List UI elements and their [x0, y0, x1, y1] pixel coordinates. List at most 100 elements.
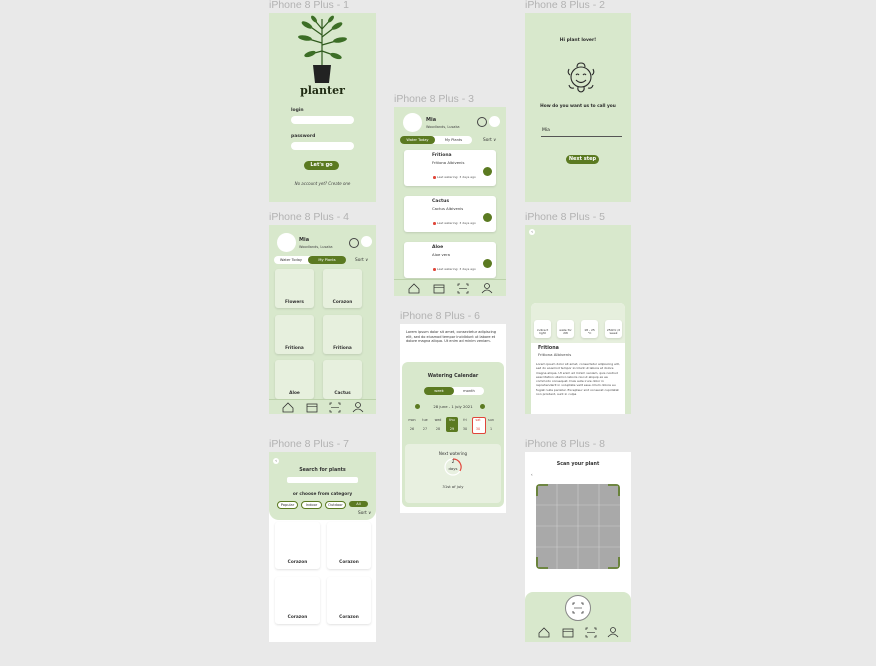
next-week-icon[interactable] — [480, 404, 485, 409]
login-screen: planter login password Let's go No accou… — [269, 13, 376, 202]
plant-card[interactable]: Fritiona — [275, 315, 314, 354]
result-card[interactable]: Corazon — [327, 522, 371, 569]
shutter-button[interactable] — [565, 595, 591, 621]
intro-text: Lorem ipsum dolor sit amet, consectetur … — [406, 330, 496, 343]
category-chip-indoor[interactable]: Indoor — [301, 501, 322, 509]
camera-viewfinder[interactable] — [536, 484, 620, 569]
date-cell[interactable]: 27 — [420, 427, 430, 431]
week-tab[interactable]: week — [424, 387, 454, 395]
scan-title: Scan your plant — [556, 462, 600, 467]
category-chip-all[interactable]: All — [349, 501, 368, 507]
day-label: mon — [408, 418, 416, 422]
day-label: tue — [422, 418, 428, 422]
sort-button[interactable]: Sort ∨ — [355, 258, 368, 263]
profile-icon[interactable] — [481, 282, 493, 294]
calendar-icon[interactable] — [306, 402, 318, 413]
profile-icon[interactable] — [352, 401, 364, 413]
tab-my-plants[interactable]: My Plants — [435, 136, 472, 144]
list-item[interactable]: Fritiona Fritiona Albivenis Last waterin… — [404, 150, 496, 186]
category-chip-popular[interactable]: Popular — [277, 501, 298, 509]
scan-icon[interactable] — [457, 283, 469, 294]
date-cell[interactable]: 30 — [473, 427, 483, 431]
plant-card-label: Fritiona — [333, 346, 352, 351]
scan-icon[interactable] — [585, 627, 597, 638]
plant-card-label: Aloe — [289, 391, 300, 396]
chip-text: 250ml /2 week — [606, 328, 621, 336]
water-drop-icon[interactable] — [483, 213, 492, 222]
sort-button[interactable]: Sort ∨ — [483, 138, 496, 143]
next-step-button[interactable]: Next step — [566, 155, 599, 164]
chat-icon[interactable] — [349, 238, 359, 248]
date-cell[interactable]: 29 — [447, 427, 457, 431]
name-input-value[interactable]: Mia — [542, 128, 550, 133]
alert-dot-icon — [433, 222, 436, 225]
date-range: 28 june - 1 july 2021 — [433, 404, 473, 409]
plant-card[interactable]: Flowers — [275, 269, 314, 308]
profile-icon[interactable] — [607, 626, 619, 638]
home-icon[interactable] — [282, 402, 294, 413]
tab-my-plants[interactable]: My Plants — [308, 256, 346, 264]
plant-latin: Fritiona Albivenis — [432, 160, 465, 165]
back-icon[interactable]: ‹ — [531, 472, 536, 477]
back-icon[interactable]: ‹ — [529, 229, 535, 235]
home-icon[interactable] — [538, 627, 550, 638]
tab-water-today[interactable]: Water Today — [274, 256, 308, 264]
day-label: thu — [449, 418, 455, 422]
date-cell[interactable]: 28 — [433, 427, 443, 431]
settings-icon[interactable] — [489, 116, 500, 127]
plant-latin: Fritiona Albivenis — [538, 352, 572, 357]
category-chip-outdoor[interactable]: Outdoor — [325, 501, 346, 509]
water-drop-icon[interactable] — [483, 259, 492, 268]
calendar-panel: Watering Calendar week month 28 june - 1… — [402, 362, 504, 507]
calendar-icon[interactable] — [433, 283, 445, 294]
plant-card-label: Fritiona — [285, 346, 304, 351]
login-input[interactable] — [291, 116, 354, 124]
avatar — [403, 113, 422, 132]
temperature-chip: 18 - 25 °C — [581, 320, 598, 338]
day-label: sun — [488, 418, 494, 422]
plant-latin: Aloe vera — [432, 252, 450, 257]
chat-icon[interactable] — [477, 117, 487, 127]
result-card[interactable]: Corazon — [275, 577, 320, 624]
calendar-icon[interactable] — [562, 627, 574, 638]
next-watering-card: Next watering 2 days 31st of july — [405, 444, 501, 503]
sort-button[interactable]: Sort ∨ — [358, 511, 371, 516]
settings-icon[interactable] — [361, 236, 372, 247]
date-cell[interactable]: 26 — [407, 427, 417, 431]
password-input[interactable] — [291, 142, 354, 150]
calendar-title: Watering Calendar — [427, 374, 479, 379]
brand-title: planter — [300, 84, 345, 97]
plant-card[interactable]: Corazon — [323, 269, 362, 308]
date-cell[interactable]: 1 — [486, 427, 496, 431]
scan-screen: Scan your plant ‹ — [525, 452, 631, 642]
plant-card[interactable]: Aloe — [275, 360, 314, 399]
scan-icon — [572, 602, 584, 614]
plant-card-label: Flowers — [285, 300, 304, 305]
frame-label-3: iPhone 8 Plus - 3 — [394, 93, 474, 105]
scan-icon[interactable] — [329, 402, 341, 413]
result-card[interactable]: Corazon — [327, 577, 371, 624]
water-drop-icon[interactable] — [483, 167, 492, 176]
tab-water-today[interactable]: Water Today — [400, 136, 435, 144]
plant-card[interactable]: Cactus — [323, 360, 362, 399]
home-icon[interactable] — [408, 283, 420, 294]
list-item[interactable]: Cactus Cactus Albivenis Last watering: 3… — [404, 196, 496, 232]
result-label: Corazon — [287, 560, 308, 565]
plant-card[interactable]: Fritiona — [323, 315, 362, 354]
lets-go-button[interactable]: Let's go — [304, 161, 339, 170]
signup-link[interactable]: No account yet? Create one — [269, 181, 376, 186]
profile-name: Mia — [299, 237, 310, 243]
search-input[interactable] — [287, 477, 358, 483]
plant-detail-screen: ‹ indirect light wate for 2W 18 - 25 °C … — [525, 225, 631, 414]
list-item[interactable]: Aloe Aloe vera Last watering: 3 days ago — [404, 242, 496, 278]
scan-bottom-panel — [525, 592, 631, 642]
plant-card-label: Corazon — [332, 300, 353, 305]
profile-location: Woodlands, Lusaka — [426, 125, 460, 129]
plant-name: Cactus — [432, 199, 450, 204]
date-cell[interactable]: 30 — [460, 427, 470, 431]
back-icon[interactable]: ‹ — [273, 458, 279, 464]
bottom-nav — [269, 399, 376, 414]
light-chip: indirect light — [534, 320, 551, 338]
result-card[interactable]: Corazon — [275, 522, 320, 569]
month-tab[interactable]: month — [454, 387, 484, 395]
